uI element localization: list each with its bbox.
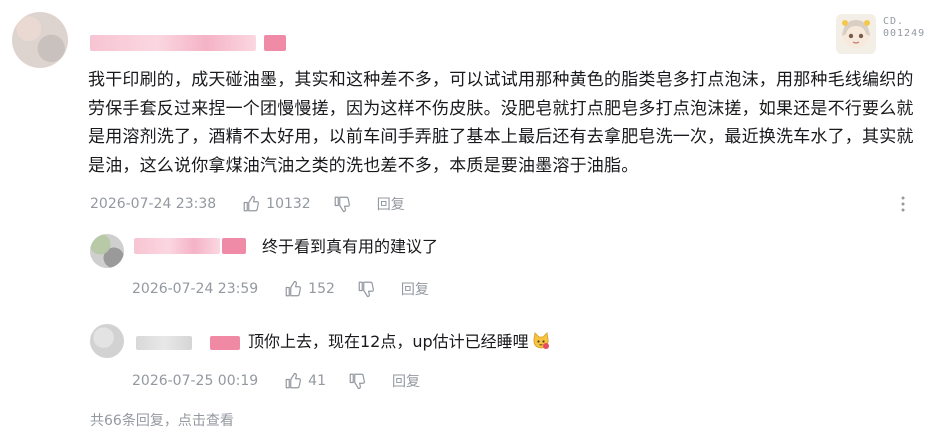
- reply-time: 2026-07-24 23:59: [132, 281, 259, 297]
- view-all-replies-link[interactable]: 共66条回复，点击查看: [90, 410, 234, 430]
- avatar[interactable]: [12, 12, 68, 68]
- thumbs-down-icon: [358, 281, 374, 298]
- reply-meta: 2026-07-25 00:19 41 回复: [132, 371, 420, 391]
- badge-line-2: 001249: [883, 28, 926, 39]
- like-count: 41: [308, 373, 326, 389]
- reply-button[interactable]: 回复: [377, 194, 405, 214]
- like-count: 10132: [266, 196, 311, 212]
- comment-meta: 2026-07-24 23:38 10132 回复: [90, 194, 405, 214]
- reply-button[interactable]: 回复: [392, 371, 420, 391]
- reply-username-redacted[interactable]: [134, 238, 246, 254]
- thumbs-up-icon: [285, 280, 302, 297]
- badge-line-1: CD.: [883, 16, 905, 27]
- comment-text: 我干印刷的，成天碰油墨，其实和这种差不多，可以试试用那种黄色的脂类皂多打点泡沫，…: [88, 70, 914, 176]
- dislike-button[interactable]: [333, 195, 351, 213]
- reply-username-redacted[interactable]: [136, 336, 240, 350]
- dislike-button[interactable]: [348, 372, 366, 390]
- username-redacted-tail: [264, 35, 286, 51]
- reply-avatar[interactable]: [90, 324, 124, 358]
- like-button[interactable]: 41: [284, 372, 326, 390]
- reply-text: 终于看到真有用的建议了: [262, 237, 439, 256]
- fan-badge-avatar: [836, 14, 876, 54]
- reply-username-redacted-tail: [210, 336, 240, 350]
- fan-badge-number: CD. 001249: [883, 16, 925, 40]
- username-redacted[interactable]: [90, 35, 286, 51]
- reply-text-body: 顶你上去，现在12点，up估计已经睡哩: [248, 332, 529, 351]
- reply-avatar[interactable]: [90, 234, 124, 268]
- comment-time: 2026-07-24 23:38: [90, 196, 217, 212]
- reply-username-redacted-tail: [222, 238, 246, 254]
- anime-girl-icon: [842, 20, 870, 48]
- reply-meta: 2026-07-24 23:59 152 回复: [132, 279, 429, 299]
- like-button[interactable]: 152: [284, 280, 335, 298]
- reply-time: 2026-07-25 00:19: [132, 373, 259, 389]
- thumbs-down-icon: [334, 196, 350, 213]
- dislike-button[interactable]: [357, 280, 375, 298]
- like-count: 152: [308, 281, 335, 297]
- cat-emoji-icon: [533, 332, 549, 349]
- thumbs-up-icon: [243, 195, 260, 212]
- thumbs-up-icon: [285, 372, 302, 389]
- like-button[interactable]: 10132: [242, 195, 311, 213]
- reply-text: 顶你上去，现在12点，up估计已经睡哩: [248, 330, 551, 354]
- thumbs-down-icon: [349, 373, 365, 390]
- more-options-icon[interactable]: [900, 195, 906, 213]
- reply-button[interactable]: 回复: [401, 279, 429, 299]
